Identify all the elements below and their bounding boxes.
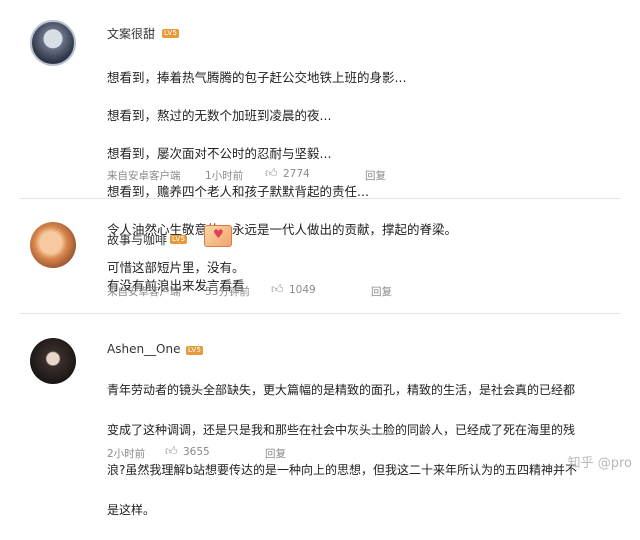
gift-icon xyxy=(204,225,232,247)
level-badge: LV5 xyxy=(162,29,180,38)
thumb-up-icon[interactable]: 👍︎ xyxy=(165,444,178,459)
avatar[interactable] xyxy=(30,222,76,268)
comment-line: 变成了这种调调，还是只是我和那些在社会中灰头土脸的同龄人，已经成了死在海里的残 xyxy=(107,423,576,437)
like-count: 1049 xyxy=(289,284,316,296)
like-count: 3655 xyxy=(183,446,210,458)
timestamp: 2小时前 xyxy=(107,448,146,460)
username[interactable]: Ashen__One xyxy=(107,342,181,356)
source-label: 来自安卓客户端 xyxy=(107,170,181,182)
like-count: 2774 xyxy=(283,168,310,180)
thumb-up-icon[interactable]: 👍︎ xyxy=(271,282,284,297)
timestamp: 1小时前 xyxy=(205,170,244,182)
comment-line: 是这样。 xyxy=(107,503,156,517)
watermark: 知乎 @pro xyxy=(567,456,632,471)
divider xyxy=(20,313,620,314)
reply-button[interactable]: 回复 xyxy=(265,446,286,461)
username[interactable]: 文案很甜 xyxy=(107,25,155,42)
avatar[interactable] xyxy=(30,20,76,66)
comment-line: 浪?虽然我理解b站想要传达的是一种向上的思想，但我这二十来年所认为的五四精神并不 xyxy=(107,463,577,477)
comment-line: 青年劳动者的镜头全部缺失，更大篇幅的是精致的面孔，精致的生活，是社会真的已经都 xyxy=(107,383,576,397)
thumb-up-icon[interactable]: 👍︎ xyxy=(265,166,278,181)
divider xyxy=(20,198,620,199)
reply-button[interactable]: 回复 xyxy=(371,284,392,299)
comment-line: 想看到，熬过的无数个加班到凌晨的夜... xyxy=(107,108,332,123)
level-badge: LV5 xyxy=(170,235,188,244)
source-label: 来自安卓客户端 xyxy=(107,286,181,298)
comment-line: 想看到，屡次面对不公时的忍耐与坚毅... xyxy=(107,146,332,161)
avatar[interactable] xyxy=(30,338,76,384)
username[interactable]: 故事与咖啡 xyxy=(107,231,167,248)
timestamp: 53分钟前 xyxy=(205,286,250,298)
comment-line: 想看到，捧着热气腾腾的包子赶公交地铁上班的身影... xyxy=(107,70,407,85)
level-badge: LV5 xyxy=(186,346,204,355)
reply-button[interactable]: 回复 xyxy=(365,168,386,183)
